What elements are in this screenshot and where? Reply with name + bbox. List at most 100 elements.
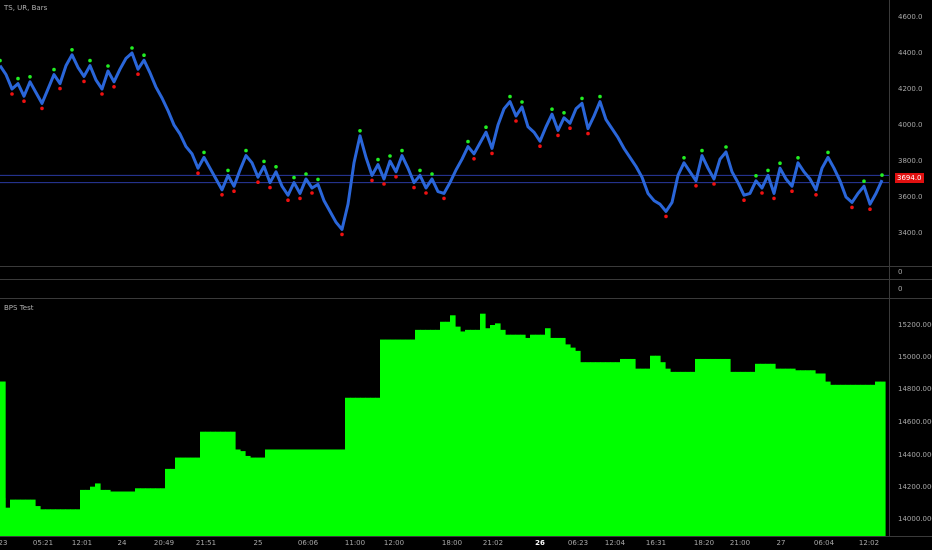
swing-low-dot [694,184,698,188]
swing-high-dot [682,156,686,160]
swing-high-dot [400,148,404,153]
bps-bar [350,397,356,536]
bps-y-tick: 14000.0000 [898,515,932,523]
swing-high-dot [562,111,566,115]
bps-bar [260,457,266,536]
swing-high-dot [70,48,74,52]
swing-low-dot [112,85,116,89]
bps-bar [310,449,316,536]
swing-low-dot [340,232,344,237]
bps-y-tick: 15000.0000 [898,353,932,361]
bps-bar [25,499,31,536]
swing-high-dot [358,129,362,133]
bps-bar [155,488,161,536]
bps-bar [870,384,876,536]
swing-high-dot [430,172,434,176]
bps-bar [610,362,616,536]
bps-bar [600,362,606,536]
last-price-badge: 3694.0 [895,173,924,183]
bps-bar [440,321,446,536]
swing-high-dot [550,107,554,111]
bps-bar [710,358,716,536]
bps-bar [750,371,756,536]
swing-low-dot [712,182,716,186]
swing-low-dot [10,92,14,96]
swing-high-dot [106,64,110,68]
bps-bar [520,334,526,536]
bps-bar [595,362,601,536]
bps-bar [65,509,71,536]
x-tick: 05:21 [32,539,54,547]
bps-bar [170,468,176,536]
bps-bar [745,371,751,536]
swing-low-dot [586,131,590,136]
bps-bar [365,397,371,536]
swing-low-dot [568,126,572,130]
swing-low-dot [256,180,260,184]
price-y-axis[interactable]: 4600.0 4400.0 4200.0 4000.0 3800.0 3600.… [890,0,932,266]
bps-pane[interactable]: BPS Test 15200.0000 15000.0000 14800.000… [0,299,932,536]
swing-low-dot [232,189,236,193]
pane-divider[interactable] [0,279,932,280]
swing-low-dot [442,196,446,201]
bps-bar [635,368,641,536]
bps-bar [720,358,726,536]
bps-bar [470,329,476,536]
bps-bar [445,321,451,536]
bps-bar [215,431,221,536]
bps-bar [40,509,46,536]
bps-bar [265,449,271,536]
swing-low-dot [100,92,104,96]
swing-low-dot [790,189,794,193]
bps-bar [880,381,886,536]
price-y-tick: 4200.0 [898,85,923,93]
bps-bar [275,449,281,536]
price-pane[interactable]: TS, UR, Bars 4600.0 4400.0 4200.0 4000.0… [0,0,932,266]
bps-bar [785,368,791,536]
bps-bar [690,371,696,536]
pane-divider[interactable] [0,266,932,267]
swing-high-dot [796,156,800,160]
bps-bar [530,334,536,536]
swing-high-dot [466,139,470,144]
swing-high-dot [724,145,728,149]
x-tick: 18:00 [441,539,463,547]
price-y-tick: 4600.0 [898,13,923,21]
bps-bar [480,313,486,536]
bps-bar [555,337,561,536]
bps-bar [150,488,156,536]
swing-low-dot [286,198,290,202]
x-tick: 16:31 [645,539,667,547]
bps-bar [815,373,821,536]
bps-bar [190,457,196,536]
bps-y-tick: 14200.0000 [898,483,932,491]
bps-bar [760,363,766,536]
bps-bar [125,491,131,536]
bps-bar [790,368,796,536]
bps-chart[interactable] [0,299,889,536]
swing-low-dot [220,193,224,197]
swing-high-dot [262,159,266,164]
bps-bar [845,384,851,536]
swing-high-dot [778,161,782,165]
bps-bar [620,358,626,536]
bps-bar [165,468,171,536]
price-chart[interactable] [0,0,889,266]
bps-bar [210,431,216,536]
bps-bar [630,358,636,536]
swing-high-dot [754,174,758,178]
bps-y-axis[interactable]: 15200.0000 15000.0000 14800.0000 14600.0… [890,299,932,536]
price-y-tick: 3800.0 [898,157,923,165]
bps-bar [280,449,286,536]
bps-bar [820,373,826,536]
swing-high-dot [292,175,296,180]
bps-bar [450,315,456,536]
swing-high-dot [508,94,512,99]
swing-low-dot [370,178,374,183]
bps-bar [130,491,136,536]
price-line [0,51,884,231]
swing-high-dot [52,67,56,72]
bps-bar [645,368,651,536]
swing-low-dot [424,191,428,195]
x-tick: 27 [776,539,786,547]
